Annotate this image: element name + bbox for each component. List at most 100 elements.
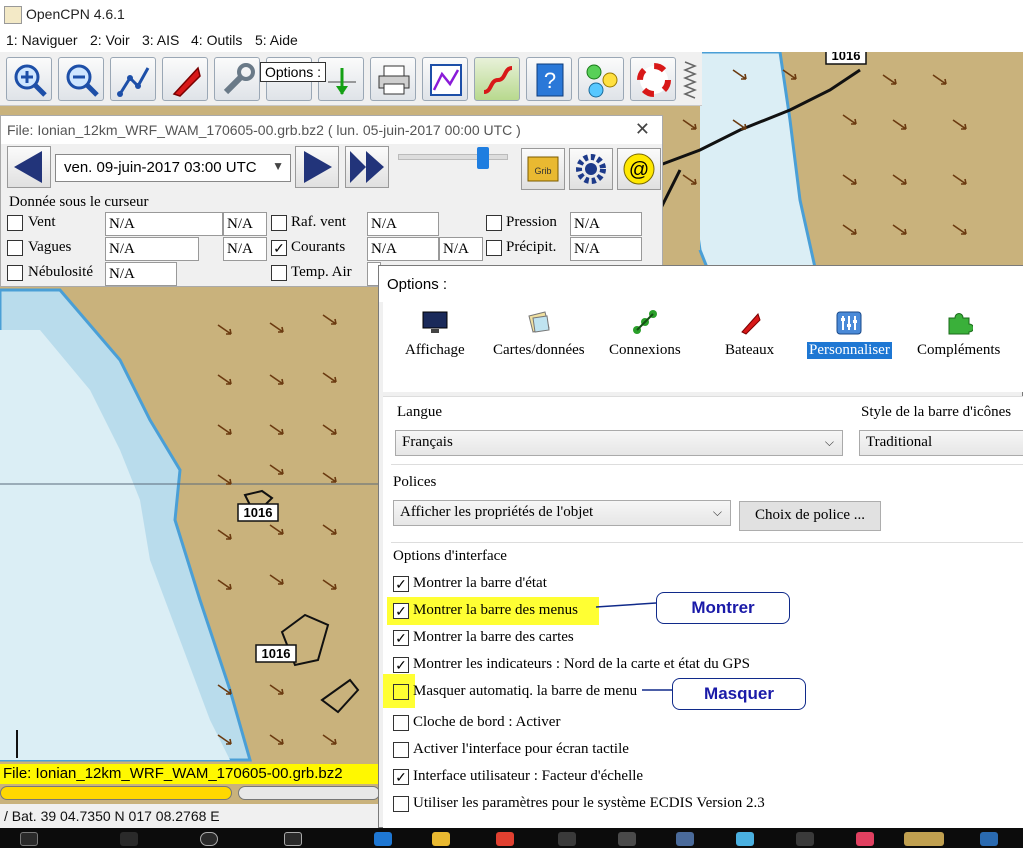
menu-ais[interactable]: 3: AIS bbox=[142, 32, 179, 48]
help-button[interactable]: ? bbox=[526, 57, 572, 101]
app-icon[interactable] bbox=[980, 832, 998, 846]
time-slider-thumb[interactable] bbox=[477, 147, 489, 169]
style-barre-select[interactable]: Traditional bbox=[859, 430, 1023, 456]
tab-complements[interactable]: Compléments bbox=[915, 310, 1002, 359]
close-icon[interactable]: ✕ bbox=[635, 119, 650, 140]
plugin-dashboard-button[interactable] bbox=[578, 57, 624, 101]
options-dialog: Options : Affichage Cartes/données Conne… bbox=[378, 265, 1023, 829]
checkbox-barre-menus[interactable]: ✓ bbox=[393, 603, 409, 619]
next-record-button[interactable] bbox=[295, 146, 339, 188]
mob-button[interactable] bbox=[630, 57, 676, 101]
option-label: Montrer la barre des cartes bbox=[413, 629, 574, 645]
grib-dialog: File: Ionian_12km_WRF_WAM_170605-00.grb.… bbox=[0, 115, 663, 287]
store-icon[interactable] bbox=[618, 832, 636, 846]
checkbox-pression[interactable] bbox=[486, 215, 502, 231]
grib-progress-bar-2 bbox=[238, 786, 380, 800]
cortana-icon[interactable] bbox=[200, 832, 218, 846]
tab-bateaux[interactable]: Bateaux bbox=[723, 310, 776, 359]
print-button[interactable] bbox=[370, 57, 416, 101]
divider bbox=[391, 464, 1023, 465]
app-icon[interactable] bbox=[676, 832, 694, 846]
checkbox-cloche[interactable] bbox=[393, 715, 409, 731]
tab-affichage[interactable]: Affichage bbox=[403, 310, 467, 359]
checkbox-courants[interactable]: ✓ bbox=[271, 240, 287, 256]
checkbox-barre-etat[interactable]: ✓ bbox=[393, 576, 409, 592]
chevron-down-icon: ⌵ bbox=[824, 435, 834, 449]
tab-connexions-label: Connexions bbox=[609, 342, 681, 358]
isobar-label-1016: 1016 bbox=[825, 52, 867, 65]
checkbox-ecran-tactile[interactable] bbox=[393, 742, 409, 758]
route-button[interactable] bbox=[110, 57, 156, 101]
zoom-in-button[interactable] bbox=[6, 57, 52, 101]
menu-aide[interactable]: 5: Aide bbox=[255, 32, 298, 48]
option-row[interactable]: ✓ Interface utilisateur : Facteur d'éche… bbox=[383, 765, 1023, 791]
search-icon[interactable] bbox=[120, 832, 138, 846]
tab-complements-label: Compléments bbox=[917, 342, 1001, 358]
edge-icon[interactable] bbox=[374, 832, 392, 846]
windows-taskbar bbox=[0, 828, 1023, 848]
explorer-icon[interactable] bbox=[432, 832, 450, 846]
opencpn-taskbar-icon[interactable] bbox=[904, 832, 944, 846]
langue-select[interactable]: Français ⌵ bbox=[395, 430, 843, 456]
checkbox-indicateurs[interactable]: ✓ bbox=[393, 657, 409, 673]
zoom-out-button[interactable] bbox=[58, 57, 104, 101]
media-icon[interactable] bbox=[558, 832, 576, 846]
value-vent: N/A bbox=[105, 212, 223, 236]
polices-select[interactable]: Afficher les propriétés de l'objet ⌵ bbox=[393, 500, 731, 526]
play-button[interactable] bbox=[345, 146, 389, 188]
checkbox-temp-air[interactable] bbox=[271, 265, 287, 281]
option-label: Masquer automatiq. la barre de menu bbox=[413, 683, 638, 699]
choix-police-button[interactable]: Choix de police ... bbox=[739, 501, 881, 531]
style-barre-value: Traditional bbox=[866, 434, 933, 450]
checkbox-vagues[interactable] bbox=[7, 240, 23, 256]
checkbox-masquer-menu[interactable] bbox=[393, 684, 409, 700]
grib-date-select[interactable]: ven. 09-juin-2017 03:00 UTC ▼ bbox=[55, 154, 291, 182]
grib-date-value: ven. 09-juin-2017 03:00 UTC bbox=[64, 159, 257, 176]
chrome-icon[interactable] bbox=[496, 832, 514, 846]
app-icon bbox=[4, 6, 22, 24]
polices-value: Afficher les propriétés de l'objet bbox=[400, 504, 594, 520]
grib-progress-bar bbox=[0, 786, 232, 800]
photos-icon[interactable] bbox=[736, 832, 754, 846]
grib-status-file: File: Ionian_12km_WRF_WAM_170605-00.grb.… bbox=[0, 764, 378, 784]
grib-request-button[interactable]: @ bbox=[617, 148, 661, 190]
tab-connexions[interactable]: Connexions bbox=[607, 310, 683, 359]
checkbox-raf-vent[interactable] bbox=[271, 215, 287, 231]
route-manager-button[interactable] bbox=[422, 57, 468, 101]
boat-follow-button[interactable] bbox=[162, 57, 208, 101]
boat-icon bbox=[172, 66, 201, 97]
sliders-icon bbox=[836, 311, 862, 335]
option-row[interactable]: ✓ Montrer la barre des cartes bbox=[383, 626, 1023, 652]
help-icon: ? bbox=[536, 63, 564, 97]
menu-outils[interactable]: 4: Outils bbox=[191, 32, 242, 48]
option-row[interactable]: Cloche de bord : Activer bbox=[383, 711, 1023, 737]
checkbox-facteur-echelle[interactable]: ✓ bbox=[393, 769, 409, 785]
checkbox-ecdis[interactable] bbox=[393, 796, 409, 812]
style-barre-label: Style de la barre d'icônes bbox=[861, 404, 1012, 420]
start-icon[interactable] bbox=[20, 832, 38, 846]
svg-text:?: ? bbox=[544, 68, 556, 93]
option-row[interactable]: Activer l'interface pour écran tactile bbox=[383, 738, 1023, 764]
music-icon[interactable] bbox=[856, 832, 874, 846]
track-button[interactable] bbox=[474, 57, 520, 101]
open-grib-button[interactable]: Grib bbox=[521, 148, 565, 190]
value-vagues-dir: N/A bbox=[223, 237, 267, 261]
value-vagues: N/A bbox=[105, 237, 199, 261]
checkbox-precipit[interactable] bbox=[486, 240, 502, 256]
menu-naviguer[interactable]: 1: Naviguer bbox=[6, 32, 78, 48]
task-view-icon[interactable] bbox=[284, 832, 302, 846]
toolbar-grip[interactable] bbox=[682, 58, 698, 100]
option-row[interactable]: Utiliser les paramètres pour le système … bbox=[383, 792, 1023, 818]
grib-settings-button[interactable] bbox=[569, 148, 613, 190]
prev-record-button[interactable] bbox=[7, 146, 51, 188]
time-slider[interactable] bbox=[398, 147, 508, 169]
tab-personnaliser[interactable]: Personnaliser bbox=[807, 310, 892, 359]
menu-voir[interactable]: 2: Voir bbox=[90, 32, 130, 48]
tab-cartes-donnees[interactable]: Cartes/données bbox=[491, 310, 587, 359]
checkbox-barre-cartes[interactable]: ✓ bbox=[393, 630, 409, 646]
app-icon[interactable] bbox=[796, 832, 814, 846]
options-button[interactable] bbox=[214, 57, 260, 101]
checkbox-vent[interactable] bbox=[7, 215, 23, 231]
checkbox-nebulosite[interactable] bbox=[7, 265, 23, 281]
option-row[interactable]: ✓ Montrer les indicateurs : Nord de la c… bbox=[383, 653, 1023, 679]
